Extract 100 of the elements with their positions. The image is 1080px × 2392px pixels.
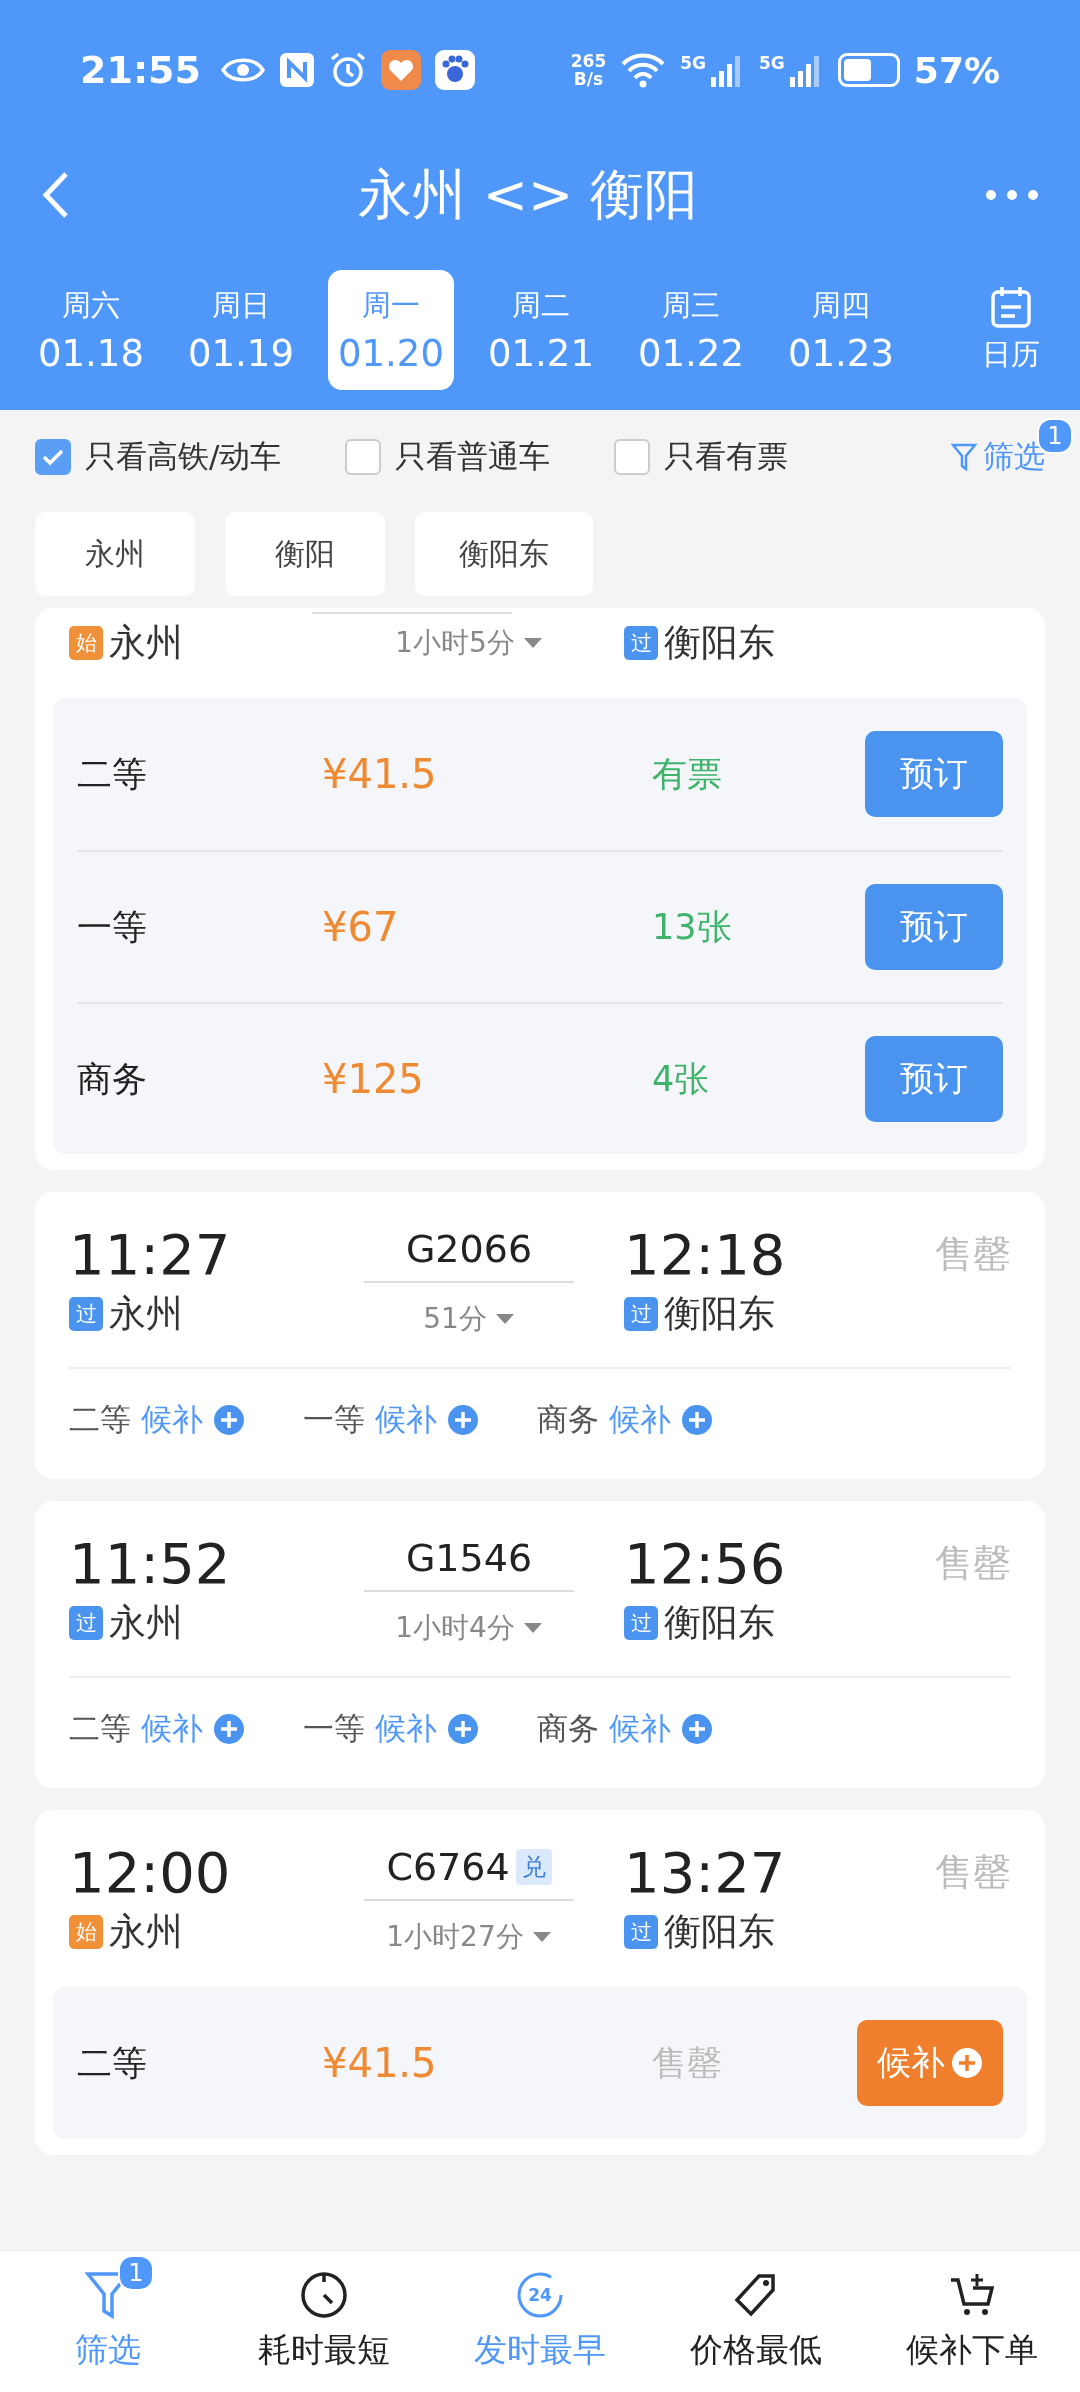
arrival-time: 12:56	[624, 1531, 787, 1596]
plus-icon	[681, 1404, 713, 1436]
passing-tag: 过	[624, 626, 658, 660]
station-name: 永州	[109, 1600, 183, 1646]
departure-time: 11:27	[69, 1222, 232, 1287]
nav-item[interactable]: 价格最低	[690, 2328, 822, 2373]
departure-time: 11:52	[69, 1531, 232, 1596]
count-badge: 1	[118, 2255, 154, 2291]
clock-icon: 24	[515, 2270, 565, 2320]
passing-tag: 过	[624, 1297, 658, 1331]
duration: 1小时5分	[395, 625, 515, 661]
calendar-label: 日历	[982, 336, 1040, 373]
train-number: G2066	[405, 1226, 533, 1271]
timer-icon	[299, 2270, 349, 2320]
waitlist-link[interactable]: 候补	[609, 1708, 671, 1750]
caret-icon	[522, 637, 543, 649]
train-status: 售罄	[935, 1540, 1011, 1587]
checkbox[interactable]	[345, 439, 382, 475]
date-tab[interactable]: 周日 01.19	[178, 270, 304, 390]
date-tab[interactable]: 周三 01.22	[628, 270, 754, 390]
waitlist-link[interactable]: 候补	[141, 1708, 203, 1750]
seat-class: 二等	[69, 1709, 131, 1748]
speed-unit: B/s	[573, 70, 604, 88]
departure-time: 12:00	[69, 1840, 232, 1905]
seat-availability: 13张	[652, 905, 733, 949]
station-chip[interactable]: 衡阳	[225, 512, 385, 596]
station-name: 衡阳东	[664, 620, 775, 666]
duration: 1小时4分	[395, 1610, 515, 1646]
station-name: 永州	[109, 1909, 183, 1955]
nav-item[interactable]: 筛选	[75, 2328, 141, 2373]
plus-icon	[213, 1713, 245, 1745]
train-card[interactable]: 11:27 G2066 12:18 售罄 过 永州 51分 过 衡阳东 二等 候补 一等 候补 商务 候补	[35, 1192, 1045, 1479]
duration: 1小时27分	[386, 1919, 524, 1955]
station-name: 衡阳东	[664, 1909, 775, 1955]
duration: 51分	[423, 1301, 487, 1337]
checkbox-label: 只看有票	[664, 437, 789, 476]
passing-tag: 过	[624, 1915, 658, 1949]
station-chip[interactable]: 永州	[35, 512, 195, 596]
seat-price: ¥67	[322, 904, 400, 950]
seat-class: 二等	[77, 752, 148, 796]
train-status: 售罄	[935, 1849, 1011, 1896]
book-button[interactable]: 预订	[865, 884, 1003, 970]
waitlist-link[interactable]: 候补	[609, 1399, 671, 1441]
station-name: 永州	[109, 1291, 183, 1337]
train-card[interactable]: 11:52 G1546 12:56 售罄 过 永州 1小时4分 过 衡阳东 二等 候补 一等 候补 商务 候补	[35, 1501, 1045, 1788]
checkbox-label: 只看普通车	[395, 437, 551, 476]
date-tab[interactable]: 周一 01.20	[328, 270, 454, 390]
paw-app-icon	[434, 50, 475, 90]
train-card[interactable]: 12:00 C6764 兑 13:27 售罄 始 永州 1小时27分 过 衡阳东 二等 ¥41.5 售罄 候补	[35, 1810, 1045, 2155]
date-tab[interactable]: 周二 01.21	[478, 270, 604, 390]
book-button[interactable]: 预订	[865, 731, 1003, 817]
seat-availability: 有票	[652, 752, 723, 796]
seat-class: 商务	[537, 1400, 599, 1439]
date-tab[interactable]: 周四 01.23	[778, 270, 904, 390]
passing-tag: 过	[69, 1297, 103, 1331]
checkmark-icon	[42, 448, 64, 466]
nav-item[interactable]: 候补下单	[906, 2328, 1038, 2373]
heart-app-icon	[380, 50, 421, 90]
nav-item[interactable]: 发时最早	[474, 2328, 606, 2373]
book-button[interactable]: 预订	[865, 1036, 1003, 1122]
train-status: 售罄	[935, 1231, 1011, 1278]
network-type: 5G	[680, 53, 707, 73]
nav-item[interactable]: 耗时最短	[258, 2328, 390, 2373]
waitlist-link[interactable]: 候补	[141, 1399, 203, 1441]
calendar-icon[interactable]	[989, 285, 1033, 329]
station-name: 永州	[109, 620, 183, 666]
network-type: 5G	[759, 53, 785, 73]
more-icon[interactable]	[984, 188, 1040, 202]
network-speed: 265	[570, 52, 607, 70]
arrival-time: 13:27	[624, 1840, 787, 1905]
seat-availability: 售罄	[652, 2041, 723, 2085]
seat-class: 一等	[303, 1400, 365, 1439]
waitlist-button[interactable]: 候补	[857, 2020, 1003, 2106]
checkbox-label: 只看高铁/动车	[85, 437, 282, 476]
caret-icon	[522, 1622, 543, 1634]
caret-icon	[494, 1313, 515, 1325]
checkbox[interactable]	[35, 439, 71, 475]
seat-price: ¥125	[322, 1056, 425, 1102]
route-title: 永州 <> 衡阳	[356, 161, 700, 228]
waitlist-link[interactable]: 候补	[375, 1708, 437, 1750]
origin-tag: 始	[69, 626, 103, 660]
seat-class: 商务	[77, 1057, 148, 1101]
station-name: 衡阳东	[664, 1600, 775, 1646]
origin-tag: 始	[69, 1915, 103, 1949]
seat-class: 二等	[77, 2041, 148, 2085]
date-tab[interactable]: 周六 01.18	[28, 270, 154, 390]
seat-price: ¥41.5	[322, 751, 438, 797]
waitlist-link[interactable]: 候补	[375, 1399, 437, 1441]
checkbox[interactable]	[614, 439, 651, 475]
plus-icon	[681, 1713, 713, 1745]
alarm-icon	[328, 51, 367, 89]
passing-tag: 过	[624, 1606, 658, 1640]
status-time: 21:55	[80, 48, 201, 92]
station-chip[interactable]: 衡阳东	[415, 512, 593, 596]
train-card[interactable]: 始 永州 1小时5分 过 衡阳东 二等 ¥41.5 有票 预订 一等 ¥67 13张 预订 商务 ¥125 4张 预订	[35, 608, 1045, 1170]
train-number: C6764	[386, 1844, 510, 1889]
plus-icon	[447, 1404, 479, 1436]
seat-availability: 4张	[652, 1057, 711, 1101]
plus-icon	[213, 1404, 245, 1436]
arrival-time: 12:18	[624, 1222, 787, 1287]
